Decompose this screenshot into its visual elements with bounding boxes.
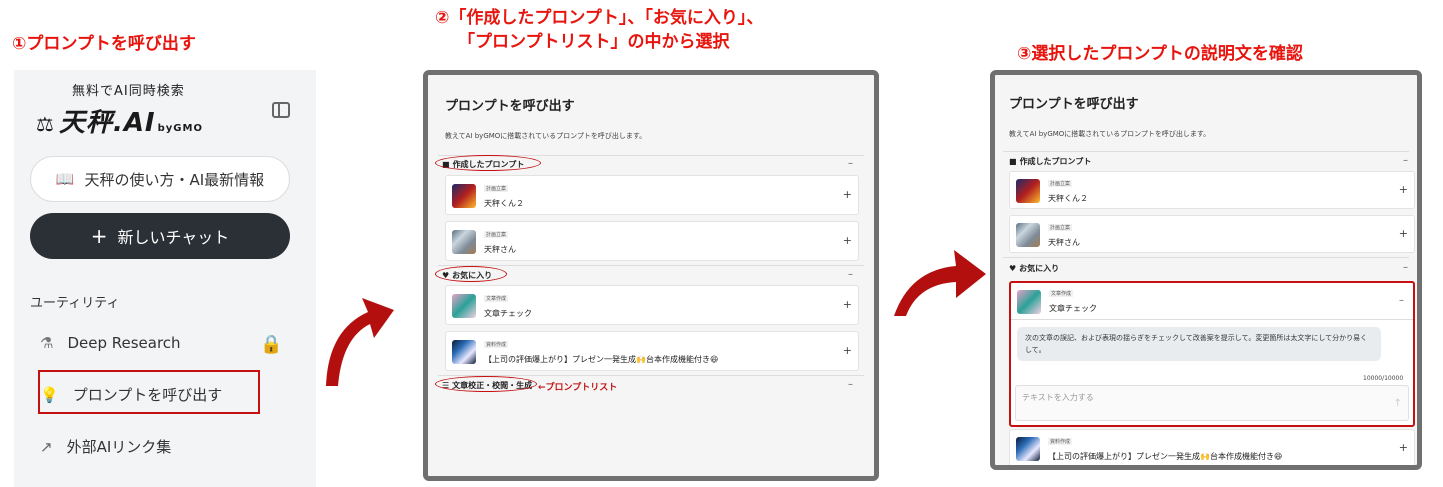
prompt-name: 天秤さん — [484, 245, 516, 254]
collapse-icon[interactable]: – — [848, 379, 853, 390]
collapse-icon[interactable]: – — [1403, 155, 1408, 166]
sidebar-item-deep-research[interactable]: ⚗ Deep Research — [40, 334, 181, 352]
prompt-thumbnail — [452, 294, 476, 318]
highlight-oval — [435, 266, 507, 282]
prompt-thumbnail — [1016, 179, 1040, 203]
prompt-name: 天秤くん２ — [1048, 194, 1088, 203]
sidebar-screenshot: 無料でAI同時検索 ⚖ 天秤.AI byGMO 📖 天秤の使い方・AI最新情報 … — [14, 70, 316, 487]
sidebar-item-label: Deep Research — [67, 334, 181, 352]
prompt-category: 計画立案 — [484, 185, 509, 192]
guide-button[interactable]: 📖 天秤の使い方・AI最新情報 — [30, 156, 290, 202]
step2-title-line1: ②「作成したプロンプト」、「お気に入り」、 — [435, 8, 764, 28]
collapse-icon[interactable]: – — [1399, 295, 1404, 306]
prompt-name: 【上司の評価爆上がり】プレゼン一発生成🙌台本作成機能付き😆 — [1048, 452, 1283, 461]
prompt-category: 文章作成 — [484, 295, 509, 302]
char-counter: 10000/10000 — [1363, 375, 1404, 382]
dialog-description: 教えてAI byGMOに搭載されているプロンプトを呼び出します。 — [1009, 130, 1211, 138]
expanded-prompt-card[interactable]: 文章作成 文章チェック – 次の文章の誤記、および表現の揺らぎをチェックして改善… — [1009, 281, 1415, 427]
prompt-name: 文章チェック — [484, 309, 532, 318]
expand-icon[interactable]: + — [843, 344, 852, 357]
expand-icon[interactable]: + — [843, 188, 852, 201]
prompt-card[interactable]: 資料作成 【上司の評価爆上がり】プレゼン一発生成🙌台本作成機能付き😆 + — [1009, 429, 1415, 465]
prompt-thumbnail — [452, 184, 476, 208]
sidebar-item-label: 外部AIリンク集 — [66, 438, 172, 456]
brand-logo[interactable]: ⚖ 天秤.AI byGMO — [36, 102, 203, 139]
guide-label: 天秤の使い方・AI最新情報 — [84, 170, 265, 189]
brand-name: 天秤.AI — [58, 108, 156, 138]
group-favorites[interactable]: ♥ お気に入り — [1009, 263, 1059, 274]
brand-suffix: byGMO — [157, 123, 203, 134]
prompt-thumbnail — [1016, 437, 1040, 461]
heart-icon: ♥ — [1009, 264, 1017, 273]
prompt-dialog-detail: プロンプトを呼び出す 教えてAI byGMOに搭載されているプロンプトを呼び出し… — [990, 70, 1422, 470]
prompt-description-bubble: 次の文章の誤記、および表現の揺らぎをチェックして改善案を提示して。変更箇所は太文… — [1017, 327, 1381, 361]
prompt-input[interactable]: テキストを入力する ↑ — [1015, 385, 1409, 421]
new-chat-button[interactable]: + 新しいチャット — [30, 213, 290, 259]
step1-title: ①プロンプトを呼び出す — [12, 34, 196, 54]
prompt-thumbnail — [452, 340, 476, 364]
folder-icon: ■ — [1009, 157, 1017, 166]
prompt-dialog-list: プロンプトを呼び出す 教えてAI byGMOに搭載されているプロンプトを呼び出し… — [423, 70, 879, 481]
highlight-box — [38, 370, 260, 414]
expand-icon[interactable]: + — [1399, 227, 1408, 240]
prompt-category: 資料作成 — [484, 341, 509, 348]
dialog-description: 教えてAI byGMOに搭載されているプロンプトを呼び出します。 — [445, 132, 647, 140]
prompt-card[interactable]: 計画立案 天秤くん２ + — [1009, 171, 1415, 209]
prompt-name: 【上司の評価爆上がり】プレゼン一発生成🙌台本作成機能付き😆 — [484, 355, 719, 364]
prompt-name: 天秤さん — [1048, 238, 1080, 247]
sidebar-item-external-links[interactable]: ↗ 外部AIリンク集 — [40, 436, 171, 457]
book-icon: 📖 — [55, 170, 75, 188]
prompt-thumbnail — [1017, 290, 1041, 314]
expand-icon[interactable]: + — [1399, 441, 1408, 454]
dialog-title: プロンプトを呼び出す — [1009, 97, 1139, 112]
lock-icon: 🔒 — [260, 334, 283, 355]
step2-title-line2: 「プロンプトリスト」の中から選択 — [458, 32, 730, 52]
prompt-card[interactable]: 資料作成 【上司の評価爆上がり】プレゼン一発生成🙌台本作成機能付き😆 + — [445, 331, 859, 371]
flask-icon: ⚗ — [40, 334, 54, 352]
highlight-oval — [435, 155, 541, 171]
prompt-name: 天秤くん２ — [484, 199, 524, 208]
prompt-thumbnail — [1016, 223, 1040, 247]
curved-arrow-icon — [326, 298, 394, 386]
step3-title: ③選択したプロンプトの説明文を確認 — [1017, 44, 1303, 64]
prompt-card[interactable]: 計画立案 天秤さん + — [1009, 215, 1415, 253]
brand-tagline: 無料でAI同時検索 — [72, 84, 185, 99]
prompt-list-annotation: ←プロンプトリスト — [538, 383, 618, 393]
prompt-category: 文章作成 — [1049, 290, 1074, 297]
new-chat-label: 新しいチャット — [117, 228, 230, 247]
input-placeholder: テキストを入力する — [1022, 393, 1094, 402]
prompt-name: 文章チェック — [1049, 304, 1097, 313]
scale-icon: ⚖ — [36, 112, 55, 136]
collapse-icon[interactable]: – — [848, 158, 853, 169]
prompt-card[interactable]: 計画立案 天秤くん２ + — [445, 175, 859, 215]
collapse-icon[interactable]: – — [848, 269, 853, 280]
group-created[interactable]: ■ 作成したプロンプト — [1009, 156, 1091, 167]
prompt-thumbnail — [452, 230, 476, 254]
sidebar-toggle-icon[interactable] — [272, 102, 290, 118]
collapse-icon[interactable]: – — [1403, 262, 1408, 273]
highlight-oval — [435, 376, 537, 392]
expand-icon[interactable]: + — [1399, 183, 1408, 196]
send-arrow-icon[interactable]: ↑ — [1394, 398, 1402, 409]
prompt-category: 計画立案 — [1048, 180, 1073, 187]
expand-icon[interactable]: + — [843, 234, 852, 247]
prompt-category: 計画立案 — [484, 231, 509, 238]
plus-icon: + — [90, 224, 108, 248]
dialog-title: プロンプトを呼び出す — [445, 99, 575, 114]
external-link-icon: ↗ — [40, 437, 53, 456]
prompt-card[interactable]: 計画立案 天秤さん + — [445, 221, 859, 261]
prompt-category: 計画立案 — [1048, 224, 1073, 231]
utility-section-label: ユーティリティ — [30, 296, 120, 311]
curved-arrow-icon — [894, 250, 986, 316]
prompt-category: 資料作成 — [1048, 438, 1073, 445]
prompt-card[interactable]: 文章作成 文章チェック + — [445, 285, 859, 325]
expand-icon[interactable]: + — [843, 298, 852, 311]
